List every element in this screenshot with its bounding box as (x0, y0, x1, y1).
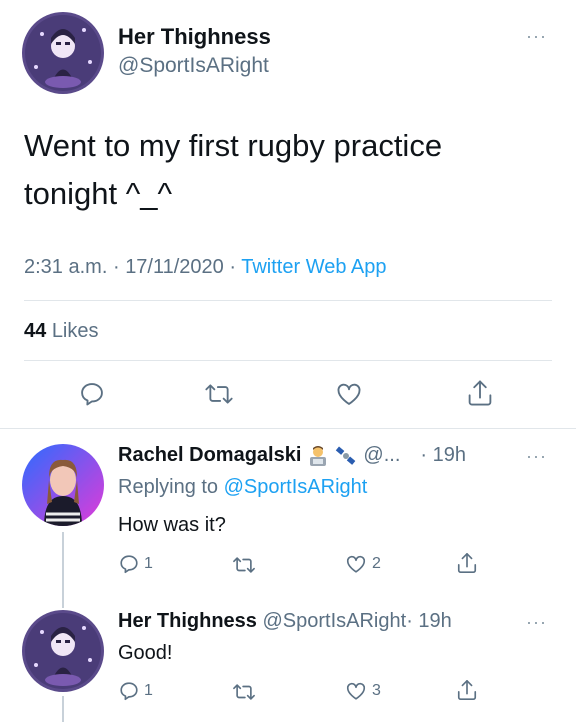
replying-to-handle[interactable]: @SportIsARight (224, 476, 368, 498)
reply-count: 1 (144, 555, 153, 572)
reply-text: How was it? (118, 514, 226, 536)
reply-button[interactable]: 1 (118, 680, 153, 702)
divider (24, 360, 552, 361)
replying-to: Replying to @SportIsARight (118, 476, 367, 499)
retweet-button[interactable] (232, 681, 256, 703)
likes-count: 44 (24, 320, 47, 342)
like-button[interactable]: 2 (344, 553, 381, 575)
like-icon (346, 555, 366, 573)
more-icon[interactable]: ··· (526, 26, 547, 47)
retweet-icon (205, 384, 233, 404)
share-button[interactable] (456, 551, 478, 575)
main-avatar[interactable] (22, 12, 104, 94)
reply-button[interactable] (78, 380, 106, 408)
like-count: 2 (372, 555, 381, 572)
retweet-icon (233, 557, 255, 573)
share-button[interactable] (466, 378, 494, 408)
thread-line (62, 532, 64, 608)
reply-icon (120, 682, 138, 701)
author-handle[interactable]: @SportIsARight (118, 54, 269, 78)
emoji-technologist-icon (307, 445, 329, 467)
retweet-icon (233, 684, 255, 700)
thread-line (62, 696, 64, 722)
replying-prefix: Replying to (118, 476, 219, 498)
reply-header: Her Thighness @SportIsARight· 19h (118, 610, 452, 633)
retweet-button[interactable] (204, 380, 234, 408)
share-icon (457, 680, 477, 700)
like-icon (346, 682, 366, 700)
meta-separator: · (229, 256, 237, 278)
tweet-text-line2: tonight ^_^ (24, 176, 173, 211)
reply-author-name[interactable]: Her Thighness (118, 610, 257, 632)
more-icon[interactable]: ··· (526, 612, 547, 633)
meta-separator: · (112, 256, 120, 278)
reply-count: 1 (144, 682, 153, 699)
share-icon (468, 380, 492, 406)
reply-avatar[interactable] (22, 444, 104, 526)
section-divider (0, 428, 576, 429)
share-button[interactable] (456, 678, 478, 702)
likes-stat[interactable]: 44 Likes (24, 320, 99, 343)
tweet-meta: 2:31 a.m. · 17/11/2020 · Twitter Web App (24, 256, 387, 279)
reply-avatar[interactable] (22, 610, 104, 692)
divider (24, 300, 552, 301)
reply-text: Good! (118, 642, 173, 664)
reply-button[interactable]: 1 (118, 553, 153, 575)
likes-label: Likes (51, 320, 99, 342)
reply-author-handle[interactable]: @SportIsARight (262, 610, 406, 632)
emoji-satellite-icon (335, 445, 357, 467)
share-icon (457, 553, 477, 573)
like-button[interactable]: 3 (344, 680, 381, 702)
reply-time: · 19h (420, 444, 466, 466)
reply-header: Rachel Domagalski @... · 19h (118, 444, 466, 467)
like-count: 3 (372, 682, 381, 699)
like-icon (337, 383, 361, 405)
reply-author-handle[interactable]: @... (363, 444, 400, 467)
more-icon[interactable]: ··· (526, 446, 547, 467)
tweet-date: 17/11/2020 (125, 256, 224, 278)
tweet-source-link[interactable]: Twitter Web App (241, 256, 386, 278)
reply-author-name[interactable]: Rachel Domagalski (118, 444, 301, 467)
tweet-text-line1: Went to my first rugby practice (24, 128, 443, 163)
reply-time: · 19h (406, 610, 452, 632)
like-button[interactable] (334, 380, 364, 408)
retweet-button[interactable] (232, 554, 256, 576)
reply-icon (81, 383, 103, 406)
author-name[interactable]: Her Thighness (118, 24, 271, 50)
tweet-time: 2:31 a.m. (24, 256, 108, 278)
reply-icon (120, 555, 138, 574)
